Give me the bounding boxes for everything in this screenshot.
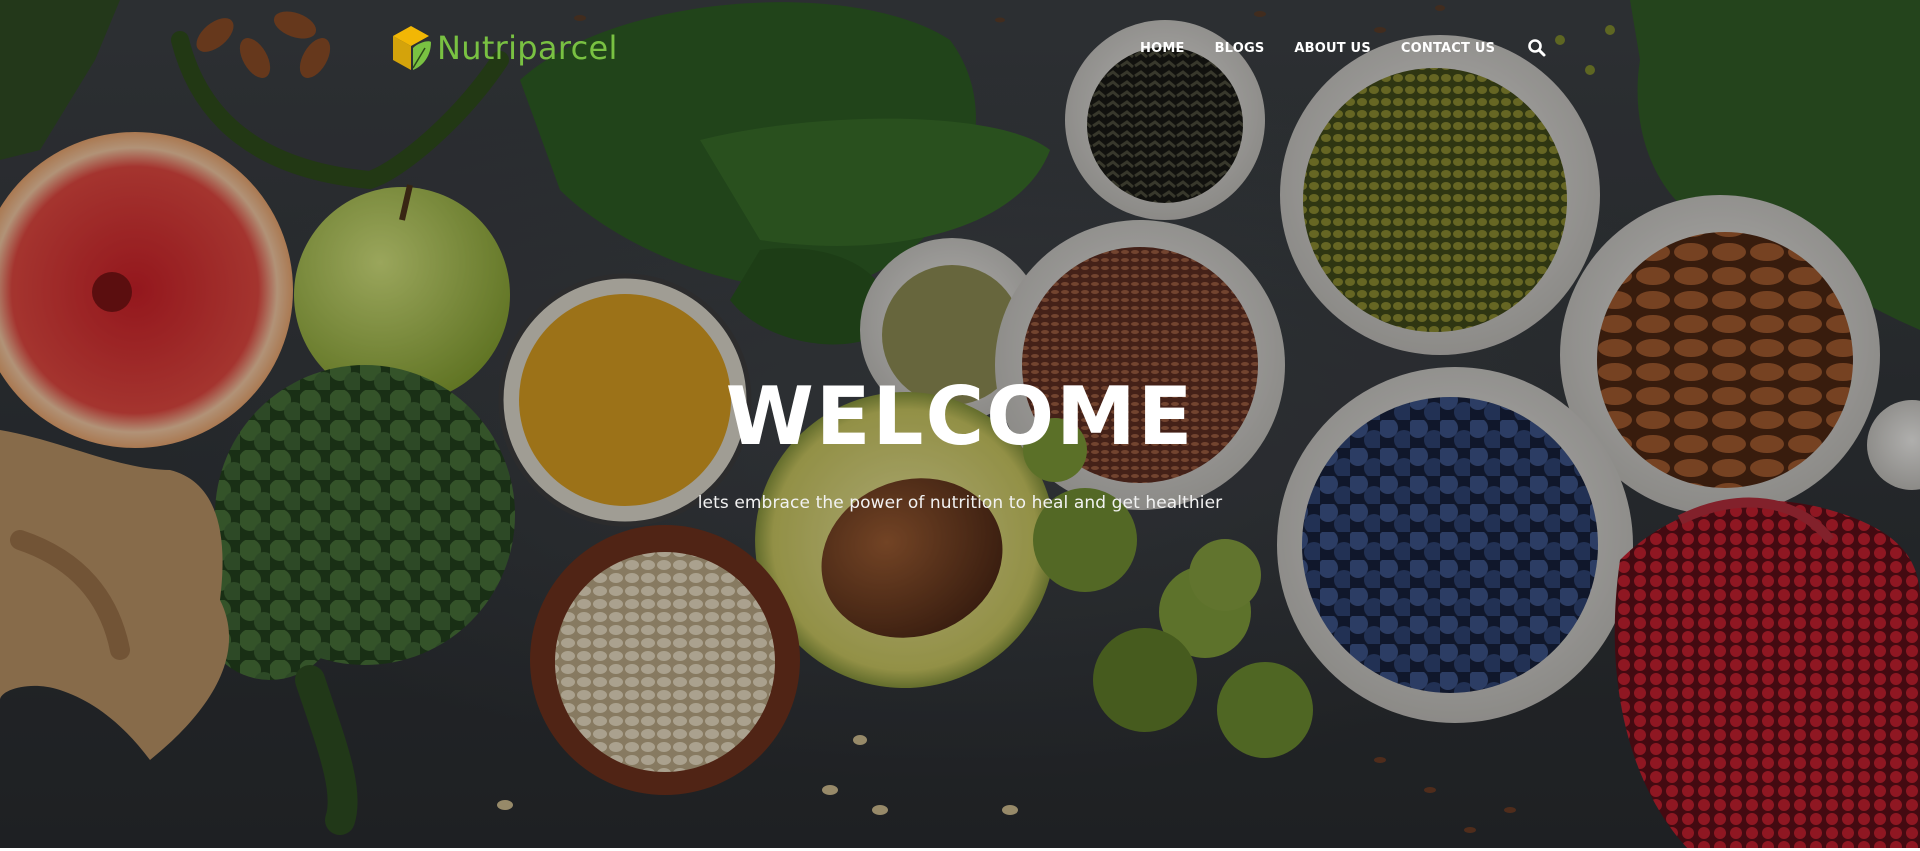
hero-headline: WELCOME (725, 370, 1195, 463)
search-icon[interactable] (1527, 38, 1547, 58)
leaf-box-logo-icon (393, 26, 431, 70)
nav-contact-us-link[interactable]: CONTACT US (1401, 41, 1495, 56)
nav-home-link[interactable]: HOME (1140, 41, 1185, 56)
main-nav: HOME BLOGS ABOUT US CONTACT US (1140, 38, 1547, 58)
hero-tagline: lets embrace the power of nutrition to h… (697, 493, 1223, 513)
brand-name: Nutriparcel (437, 29, 618, 67)
nav-blogs-link[interactable]: BLOGS (1215, 41, 1265, 56)
top-navbar: Nutriparcel HOME BLOGS ABOUT US CONTACT … (0, 0, 1920, 100)
nav-about-us-link[interactable]: ABOUT US (1294, 41, 1371, 56)
brand-logo[interactable]: Nutriparcel (389, 22, 618, 74)
